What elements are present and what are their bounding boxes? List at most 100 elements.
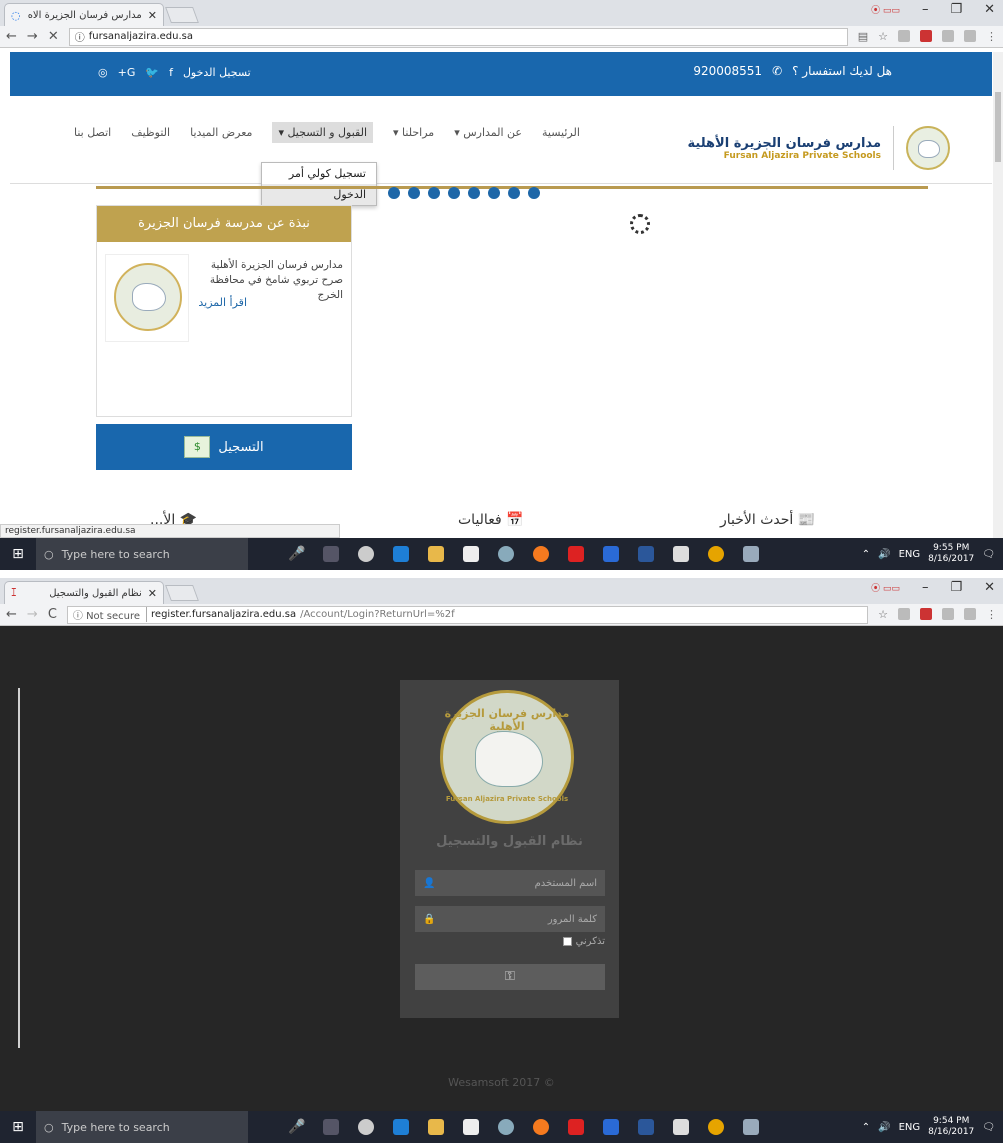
read-more-link[interactable]: اقرأ المزيد — [198, 296, 247, 309]
explorer-icon[interactable] — [428, 1119, 444, 1135]
forward-arrow-icon[interactable]: → — [27, 607, 38, 622]
mic-icon[interactable]: 🎤 — [288, 1119, 305, 1135]
close-tab-icon[interactable]: ✕ — [148, 9, 157, 22]
app-icon[interactable] — [498, 546, 514, 562]
pin-icon[interactable] — [568, 1119, 584, 1135]
clock[interactable]: 9:55 PM 8/16/2017 — [928, 543, 974, 565]
phone-number[interactable]: 920008551 — [693, 64, 762, 78]
translate-icon[interactable]: ▤ — [858, 30, 868, 43]
extension-icon[interactable] — [898, 608, 910, 620]
facebook-icon[interactable]: f — [169, 66, 173, 79]
omnibox[interactable]: ⓘ fursanaljazira.edu.sa — [68, 27, 848, 46]
tray-chevron-icon[interactable]: ⌃ — [862, 549, 870, 560]
username-field[interactable]: اسم المستخدم 👤 — [415, 870, 605, 896]
menu-icon[interactable]: ⋮ — [986, 30, 997, 43]
info-icon[interactable]: ⓘ — [75, 29, 85, 44]
restore-icon[interactable]: ❐ — [950, 2, 962, 17]
tray-chevron-icon[interactable]: ⌃ — [862, 1122, 870, 1133]
edge-icon[interactable] — [393, 546, 409, 562]
chrome-icon[interactable] — [708, 1119, 724, 1135]
close-window-icon[interactable]: ✕ — [984, 2, 995, 17]
scrollbar[interactable] — [993, 52, 1003, 538]
store-icon[interactable] — [463, 546, 479, 562]
taskbar-search[interactable]: ○ Type here to search — [36, 1111, 248, 1143]
slider-dot[interactable] — [508, 187, 520, 199]
nav-item-contact[interactable]: اتصل بنا — [74, 126, 111, 143]
browser-tab[interactable]: ◌ مدارس فرسان الجزيرة الاه ✕ — [4, 3, 164, 26]
extension-icon[interactable] — [942, 30, 954, 42]
login-link[interactable]: تسجيل الدخول — [183, 66, 251, 79]
news-heading[interactable]: 📰 أحدث الأخبار — [720, 512, 815, 528]
windows-start-icon[interactable]: ⊞ — [0, 546, 36, 562]
nav-item-admission[interactable]: القبول و التسجيل ▾ — [272, 122, 374, 143]
remember-me[interactable]: تذكرني — [562, 936, 605, 947]
close-window-icon[interactable]: ✕ — [984, 580, 995, 595]
extension-icon[interactable] — [920, 30, 932, 42]
pin-icon[interactable] — [568, 546, 584, 562]
extension-icon[interactable] — [964, 608, 976, 620]
firefox-icon[interactable] — [533, 546, 549, 562]
star-icon[interactable]: ☆ — [878, 608, 888, 621]
not-secure-badge[interactable]: ⓘ Not secure — [73, 607, 148, 622]
forward-arrow-icon[interactable]: → — [27, 29, 38, 44]
nav-item-stages[interactable]: مراحلنا ▾ — [393, 126, 434, 143]
google-plus-icon[interactable]: G+ — [118, 66, 136, 79]
star-icon[interactable]: ☆ — [878, 30, 888, 43]
task-view-icon[interactable] — [323, 1119, 339, 1135]
events-heading[interactable]: 📅 فعاليات — [458, 512, 524, 528]
task-view-icon[interactable] — [323, 546, 339, 562]
nav-item-about[interactable]: عن المدارس ▾ — [454, 126, 522, 143]
slider-dot[interactable] — [408, 187, 420, 199]
new-tab-button[interactable] — [165, 585, 199, 601]
extension-icon[interactable] — [964, 30, 976, 42]
windows-start-icon[interactable]: ⊞ — [0, 1119, 36, 1135]
nav-item-home[interactable]: الرئيسية — [542, 126, 580, 143]
app-icon[interactable] — [603, 1119, 619, 1135]
slider-dot[interactable] — [448, 187, 460, 199]
app-icon[interactable] — [358, 546, 374, 562]
instagram-icon[interactable]: ◎ — [98, 66, 108, 79]
brand[interactable]: مدارس فرسان الجزيرة الأهلية Fursan Aljaz… — [688, 126, 950, 170]
reload-icon[interactable]: C — [48, 607, 57, 622]
extension-icon[interactable] — [942, 608, 954, 620]
store-icon[interactable] — [463, 1119, 479, 1135]
paint-icon[interactable] — [743, 546, 759, 562]
notification-icon[interactable]: 🗨 — [982, 549, 995, 560]
omnibox[interactable]: ⓘ Not secure register.fursanaljazira.edu… — [66, 605, 869, 624]
firefox-icon[interactable] — [533, 1119, 549, 1135]
register-button[interactable]: التسجيل $ — [96, 424, 352, 470]
nav-item-jobs[interactable]: التوظيف — [131, 126, 170, 143]
login-button[interactable]: ⚿ — [415, 964, 605, 990]
edge-icon[interactable] — [393, 1119, 409, 1135]
extension-icon[interactable] — [920, 608, 932, 620]
extension-icon[interactable] — [898, 30, 910, 42]
mail-icon[interactable] — [673, 546, 689, 562]
slider-dot[interactable] — [428, 187, 440, 199]
remember-checkbox[interactable] — [562, 937, 572, 946]
chrome-icon[interactable] — [708, 546, 724, 562]
taskbar-search[interactable]: ○ Type here to search — [36, 538, 248, 570]
slider-dot[interactable] — [488, 187, 500, 199]
browser-tab[interactable]: ꕯ نظام القبول والتسجيل ✕ — [4, 581, 164, 604]
app-icon[interactable] — [498, 1119, 514, 1135]
slider-dot[interactable] — [388, 187, 400, 199]
clock[interactable]: 9:54 PM 8/16/2017 — [928, 1116, 974, 1138]
nav-item-media[interactable]: معرض الميديا — [190, 126, 252, 143]
paint-icon[interactable] — [743, 1119, 759, 1135]
language-indicator[interactable]: ENG — [899, 1122, 921, 1133]
app-icon[interactable] — [358, 1119, 374, 1135]
mail-icon[interactable] — [673, 1119, 689, 1135]
back-arrow-icon[interactable]: ← — [6, 607, 17, 622]
new-tab-button[interactable] — [165, 7, 199, 23]
dropdown-item-guardian-register[interactable]: تسجيل كولي أمر — [262, 163, 376, 184]
word-icon[interactable] — [638, 1119, 654, 1135]
volume-icon[interactable]: 🔊 — [878, 1122, 890, 1133]
password-field[interactable]: كلمة المرور 🔒 — [415, 906, 605, 932]
minimize-icon[interactable]: – — [922, 2, 929, 17]
restore-icon[interactable]: ❐ — [950, 580, 962, 595]
menu-icon[interactable]: ⋮ — [986, 608, 997, 621]
language-indicator[interactable]: ENG — [899, 549, 921, 560]
app-icon[interactable] — [603, 546, 619, 562]
explorer-icon[interactable] — [428, 546, 444, 562]
slider-dot[interactable] — [528, 187, 540, 199]
